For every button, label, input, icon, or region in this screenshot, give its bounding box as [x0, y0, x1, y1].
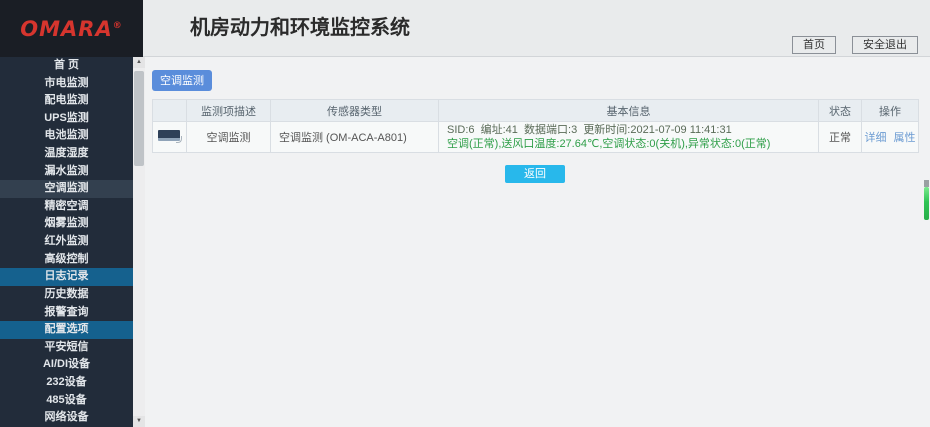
scroll-down-icon[interactable]: ▼	[133, 416, 145, 427]
sidebar-item-home[interactable]: 首 页	[0, 57, 133, 75]
detail-link[interactable]: 详细	[864, 132, 886, 144]
tab-air-conditioning-monitor[interactable]: 空调监测	[152, 70, 212, 91]
sidebar-item-config-options[interactable]: 配置选项	[0, 321, 133, 339]
col-header-status: 状态	[819, 100, 862, 122]
operations-cell: 详细 属性	[862, 122, 919, 153]
registered-trademark-icon: ®	[113, 21, 123, 31]
sidebar-item-precision-ac[interactable]: 精密空调	[0, 198, 133, 216]
omara-logo: OMARA®	[20, 17, 122, 41]
col-header-operations: 操作	[862, 100, 919, 122]
sidebar-item-safety-sms[interactable]: 平安短信	[0, 339, 133, 357]
col-header-description: 监测项描述	[187, 100, 271, 122]
header-buttons: 首页 安全退出	[792, 36, 918, 54]
status-badge: 正常	[819, 122, 862, 153]
sidebar-item-ai-di-device[interactable]: AI/DI设备	[0, 356, 133, 374]
page-scrollbar-thumb[interactable]	[924, 187, 929, 220]
sidebar-item-network-device[interactable]: 网络设备	[0, 409, 133, 427]
back-button-row: 返回	[152, 164, 918, 183]
sidebar-item-air-conditioning[interactable]: 空调监测	[0, 180, 133, 198]
home-button[interactable]: 首页	[792, 36, 836, 54]
air-conditioner-icon	[158, 130, 182, 144]
page-title: 机房动力和环境监控系统	[190, 0, 410, 56]
sidebar-item-alarm-query[interactable]: 报警查询	[0, 304, 133, 322]
col-header-icon	[153, 100, 187, 122]
sidebar-item-infrared[interactable]: 红外监测	[0, 233, 133, 251]
top-header: 机房动力和环境监控系统 首页 安全退出	[143, 0, 930, 57]
basic-info-line1: SID:6 编址:41 数据端口:3 更新时间:2021-07-09 11:41…	[447, 123, 818, 137]
sidebar-item-battery[interactable]: 电池监测	[0, 127, 133, 145]
sidebar-item-232-device[interactable]: 232设备	[0, 374, 133, 392]
sidebar-item-advanced-control[interactable]: 高级控制	[0, 251, 133, 269]
sidebar-item-ups[interactable]: UPS监测	[0, 110, 133, 128]
scroll-up-icon[interactable]: ▲	[133, 57, 145, 68]
sidebar-item-smoke[interactable]: 烟雾监测	[0, 215, 133, 233]
sidebar-item-temp-humidity[interactable]: 温度湿度	[0, 145, 133, 163]
sidebar-item-mains-power[interactable]: 市电监测	[0, 75, 133, 93]
sidebar-scrollbar-thumb[interactable]	[134, 71, 144, 166]
logo-block: OMARA®	[0, 0, 143, 57]
table-row: 空调监测 空调监测 (OM-ACA-A801) SID:6 编址:41 数据端口…	[153, 122, 919, 153]
monitoring-table: 监测项描述 传感器类型 基本信息 状态 操作 空调监测 空调	[152, 99, 919, 153]
sidebar-item-log-records[interactable]: 日志记录	[0, 268, 133, 286]
col-header-sensor-type: 传感器类型	[271, 100, 439, 122]
col-header-basic-info: 基本信息	[439, 100, 819, 122]
main-content: 空调监测 监测项描述 传感器类型 基本信息 状态 操作	[145, 57, 930, 427]
sidebar-scrollbar[interactable]: ▲ ▼	[133, 57, 145, 427]
basic-info-line2: 空调(正常),送风口温度:27.64℃,空调状态:0(关机),异常状态:0(正常…	[447, 137, 818, 151]
sidebar-item-water-leak[interactable]: 漏水监测	[0, 163, 133, 181]
device-icon-cell	[153, 122, 187, 153]
sidebar-nav: 首 页 市电监测 配电监测 UPS监测 电池监测 温度湿度 漏水监测 空调监测 …	[0, 57, 133, 427]
logout-button[interactable]: 安全退出	[852, 36, 918, 54]
sidebar-item-history-data[interactable]: 历史数据	[0, 286, 133, 304]
basic-info-cell: SID:6 编址:41 数据端口:3 更新时间:2021-07-09 11:41…	[439, 122, 819, 153]
sidebar-item-power-distribution[interactable]: 配电监测	[0, 92, 133, 110]
sensor-type: 空调监测 (OM-ACA-A801)	[271, 122, 439, 153]
back-button[interactable]: 返回	[505, 165, 565, 183]
monitor-description: 空调监测	[187, 122, 271, 153]
property-link[interactable]: 属性	[894, 132, 916, 144]
sidebar-item-485-device[interactable]: 485设备	[0, 392, 133, 410]
table-header-row: 监测项描述 传感器类型 基本信息 状态 操作	[153, 100, 919, 122]
app-window: OMARA® 机房动力和环境监控系统 首页 安全退出 首 页 市电监测 配电监测…	[0, 0, 930, 427]
page-scrollbar-cap	[924, 180, 929, 187]
